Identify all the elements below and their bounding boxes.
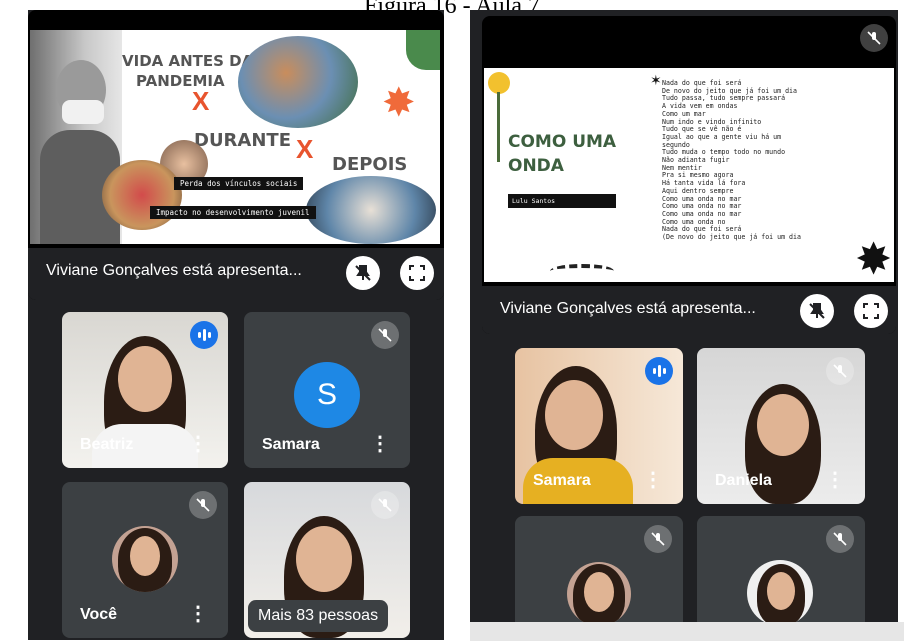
- participant-name: Samara: [262, 436, 320, 453]
- kids-studying-photo: [102, 160, 182, 230]
- presenter-label: Viviane Gonçalves está apresenta...: [500, 300, 756, 317]
- slide-title-after: DEPOIS: [332, 154, 408, 175]
- label-social-bonds: Perda dos vínculos sociais: [174, 177, 304, 190]
- black-star-decor: ✶: [650, 72, 662, 88]
- participant-face: [545, 380, 603, 450]
- speaking-indicator: [645, 357, 673, 385]
- participant-tile-daniela[interactable]: Daniela ⋮: [697, 348, 865, 504]
- mic-off-icon: [189, 491, 217, 519]
- masked-students-photo: [306, 176, 436, 244]
- fullscreen-button[interactable]: [854, 294, 888, 328]
- more-options-icon[interactable]: ⋮: [825, 470, 845, 490]
- avatar: [567, 562, 631, 626]
- participant-face: [296, 526, 352, 592]
- presenter-label: Viviane Gonçalves está apresenta...: [46, 262, 302, 279]
- spiky-decor: ✸: [855, 235, 892, 282]
- participant-face: [118, 346, 172, 412]
- mic-off-icon: [860, 24, 888, 52]
- avatar-initial: S: [316, 378, 337, 411]
- mic-off-icon: [826, 525, 854, 553]
- cross-mark-1: X: [192, 86, 210, 116]
- participant-tile-beatriz[interactable]: Beatriz ⋮: [62, 312, 228, 468]
- slide-title-line2: PANDEMIA: [136, 72, 225, 90]
- more-options-icon[interactable]: ⋮: [643, 470, 663, 490]
- avatar-face: [130, 536, 160, 576]
- green-cactus-decor: [406, 30, 440, 70]
- mic-off-icon: [826, 357, 854, 385]
- participant-tile-samara-video[interactable]: Samara ⋮: [515, 348, 683, 504]
- more-people-chip[interactable]: Mais 83 pessoas: [248, 600, 389, 632]
- more-options-icon[interactable]: ⋮: [188, 604, 208, 624]
- fullscreen-button[interactable]: [400, 256, 434, 290]
- presentation-tile[interactable]: VIDA ANTES DA PANDEMIA X DURANTE X DEPOI…: [28, 10, 444, 300]
- page-bottom-strip: [470, 622, 904, 641]
- mic-off-icon: [371, 491, 399, 519]
- avatar-face: [767, 572, 795, 610]
- flower-stem-decor: [497, 92, 500, 162]
- pin-off-icon: [809, 303, 825, 319]
- avatar: [747, 560, 813, 626]
- pin-off-button[interactable]: [346, 256, 380, 290]
- participant-name: Beatriz: [80, 436, 134, 453]
- fullscreen-icon: [409, 265, 425, 281]
- avatar-face: [584, 572, 614, 612]
- slide-title-line1: COMO UMA: [508, 132, 617, 152]
- mic-off-icon: [644, 525, 672, 553]
- presenter-bar: Viviane Gonçalves está apresenta...: [28, 248, 444, 300]
- pin-off-button[interactable]: [800, 294, 834, 328]
- meet-window-left: VIDA ANTES DA PANDEMIA X DURANTE X DEPOI…: [28, 10, 444, 640]
- cross-mark-2: X: [296, 134, 314, 164]
- yellow-flower-decor: [488, 72, 510, 94]
- slide-vida-pandemia: VIDA ANTES DA PANDEMIA X DURANTE X DEPOI…: [30, 30, 440, 244]
- participant-name: Daniela: [715, 472, 772, 489]
- speaking-indicator: [190, 321, 218, 349]
- avatar: S: [294, 362, 360, 428]
- poem-lyrics: Nada do que foi será De novo do jeito qu…: [662, 79, 801, 242]
- students-group-photo: [238, 36, 358, 128]
- participant-tile-samara[interactable]: S Samara ⋮: [244, 312, 410, 468]
- presentation-tile[interactable]: COMO UMA ONDA Lulu Santos ✶ Nada do que …: [482, 16, 896, 334]
- participant-tile-more[interactable]: Mais 83 pessoas: [244, 482, 410, 638]
- meet-window-right: COMO UMA ONDA Lulu Santos ✶ Nada do que …: [470, 10, 898, 641]
- presenter-bar: Viviane Gonçalves está apresenta...: [482, 286, 896, 334]
- more-options-icon[interactable]: ⋮: [188, 434, 208, 454]
- label-youth-development: Impacto no desenvolvimento juvenil: [150, 206, 316, 219]
- author-label: Lulu Santos: [508, 194, 616, 208]
- wave-scribble-decor: [550, 264, 614, 278]
- participant-face: [757, 394, 809, 456]
- orange-star-decor: ✸: [382, 81, 416, 125]
- slide-como-uma-onda: COMO UMA ONDA Lulu Santos ✶ Nada do que …: [484, 68, 894, 282]
- mic-off-icon: [371, 321, 399, 349]
- participant-tile-voce[interactable]: Você ⋮: [62, 482, 228, 638]
- avatar: [112, 526, 178, 592]
- slide-title-line1: VIDA ANTES DA: [122, 52, 254, 70]
- pin-off-icon: [355, 265, 371, 281]
- participant-name: Você: [80, 606, 118, 623]
- slide-title-during: DURANTE: [194, 130, 291, 151]
- participant-name: Samara: [533, 472, 591, 489]
- slide-title-line2: ONDA: [508, 156, 564, 176]
- more-options-icon[interactable]: ⋮: [370, 434, 390, 454]
- fullscreen-icon: [863, 303, 879, 319]
